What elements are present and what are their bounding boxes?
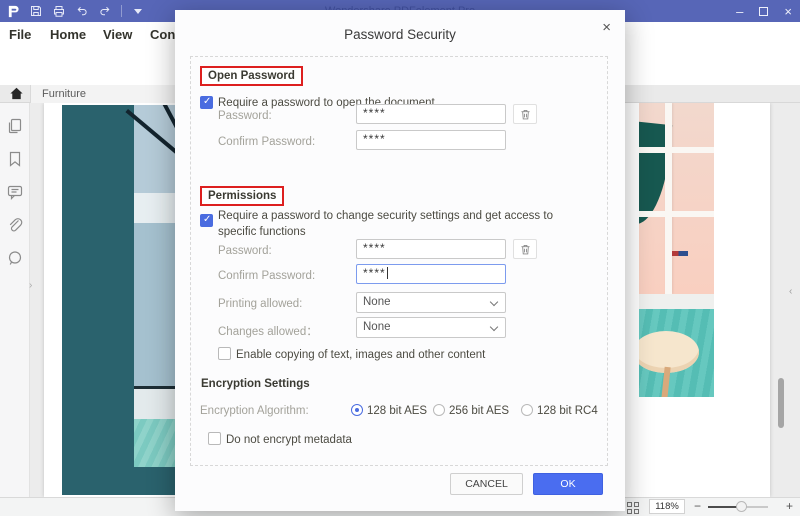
save-icon[interactable] (29, 4, 43, 18)
chevron-down-icon (490, 323, 498, 331)
thumbnails-icon[interactable] (6, 117, 24, 135)
encryption-algorithm-label: Encryption Algorithm: (200, 405, 309, 417)
radio-128-bit-rc4-label: 128 bit RC4 (537, 405, 598, 417)
permissions-password-input[interactable]: **** (356, 239, 506, 259)
radio-128-bit-aes-label: 128 bit AES (367, 405, 427, 417)
right-panel-expander-icon[interactable]: ‹ (789, 286, 792, 297)
radio-256-bit-aes[interactable] (433, 404, 445, 416)
sidebar-expander-icon[interactable]: › (29, 280, 32, 291)
open-password-heading: Open Password (200, 66, 303, 86)
zoom-slider-handle[interactable] (736, 501, 747, 512)
encryption-settings-heading: Encryption Settings (201, 378, 310, 390)
printing-allowed-label: Printing allowed: (218, 298, 302, 310)
radio-256-bit-aes-label: 256 bit AES (449, 405, 509, 417)
require-permissions-password-label: Require a password to change security se… (218, 209, 574, 240)
search-bubble-icon[interactable] (6, 249, 24, 267)
undo-icon[interactable] (75, 4, 89, 18)
text-caret (387, 267, 388, 279)
bookmark-icon[interactable] (6, 150, 24, 168)
page-grid-view-icon[interactable] (627, 502, 639, 514)
close-dialog-icon[interactable]: × (602, 19, 611, 36)
zoom-level-value[interactable]: 118% (649, 499, 685, 514)
require-open-password-checkbox[interactable] (200, 96, 213, 109)
tab-furniture[interactable]: Furniture (30, 85, 178, 103)
attachment-icon[interactable] (6, 216, 24, 234)
changes-allowed-label: Changes allowed： (218, 323, 318, 339)
radio-128-bit-aes[interactable] (351, 404, 363, 416)
zoom-out-button[interactable]: − (694, 499, 701, 513)
furniture-photo-right-top (639, 103, 714, 294)
sidebar (0, 103, 30, 497)
maximize-button[interactable] (759, 7, 768, 16)
do-not-encrypt-metadata-checkbox[interactable] (208, 432, 221, 445)
menu-file[interactable]: File (9, 27, 31, 42)
chevron-down-icon (490, 298, 498, 306)
zoom-in-button[interactable]: + (786, 499, 793, 513)
printing-allowed-select[interactable]: None (356, 292, 506, 313)
clear-open-password-button[interactable] (513, 104, 537, 124)
enable-copying-label: Enable copying of text, images and other… (236, 348, 485, 364)
do-not-encrypt-metadata-label: Do not encrypt metadata (226, 433, 352, 449)
changes-allowed-select[interactable]: None (356, 317, 506, 338)
vertical-scrollbar[interactable] (778, 378, 784, 428)
radio-128-bit-rc4[interactable] (521, 404, 533, 416)
menu-view[interactable]: View (103, 27, 132, 42)
require-permissions-password-checkbox[interactable] (200, 214, 213, 227)
permissions-heading: Permissions (200, 186, 284, 206)
enable-copying-checkbox[interactable] (218, 347, 231, 360)
cancel-button[interactable]: CANCEL (450, 473, 523, 495)
permissions-confirm-label: Confirm Password: (218, 270, 315, 282)
menu-home[interactable]: Home (50, 27, 86, 42)
app-logo-icon (6, 4, 20, 18)
app-window: Wondershare PDFelement Pro – × File Home… (0, 0, 800, 516)
redo-icon[interactable] (98, 4, 112, 18)
clear-permissions-password-button[interactable] (513, 239, 537, 259)
minimize-button[interactable]: – (736, 5, 743, 18)
titlebar-separator (121, 5, 122, 17)
permissions-password-label: Password: (218, 245, 272, 257)
dialog-title: Password Security (175, 27, 625, 42)
comment-icon[interactable] (6, 183, 24, 201)
tab-label: Furniture (42, 88, 86, 100)
ok-button[interactable]: OK (533, 473, 603, 495)
password-security-dialog: Password Security × Open Password Requir… (175, 10, 625, 511)
furniture-photo-right-bottom (639, 309, 714, 397)
open-password-input[interactable]: **** (356, 104, 506, 124)
open-password-label: Password: (218, 110, 272, 122)
dialog-content: Open Password Require a password to open… (190, 56, 608, 466)
open-confirm-label: Confirm Password: (218, 136, 315, 148)
permissions-confirm-input[interactable]: **** (356, 264, 506, 284)
open-confirm-input[interactable]: **** (356, 130, 506, 150)
close-window-button[interactable]: × (784, 5, 792, 18)
print-icon[interactable] (52, 4, 66, 18)
menu-dropdown-icon[interactable] (131, 4, 145, 18)
